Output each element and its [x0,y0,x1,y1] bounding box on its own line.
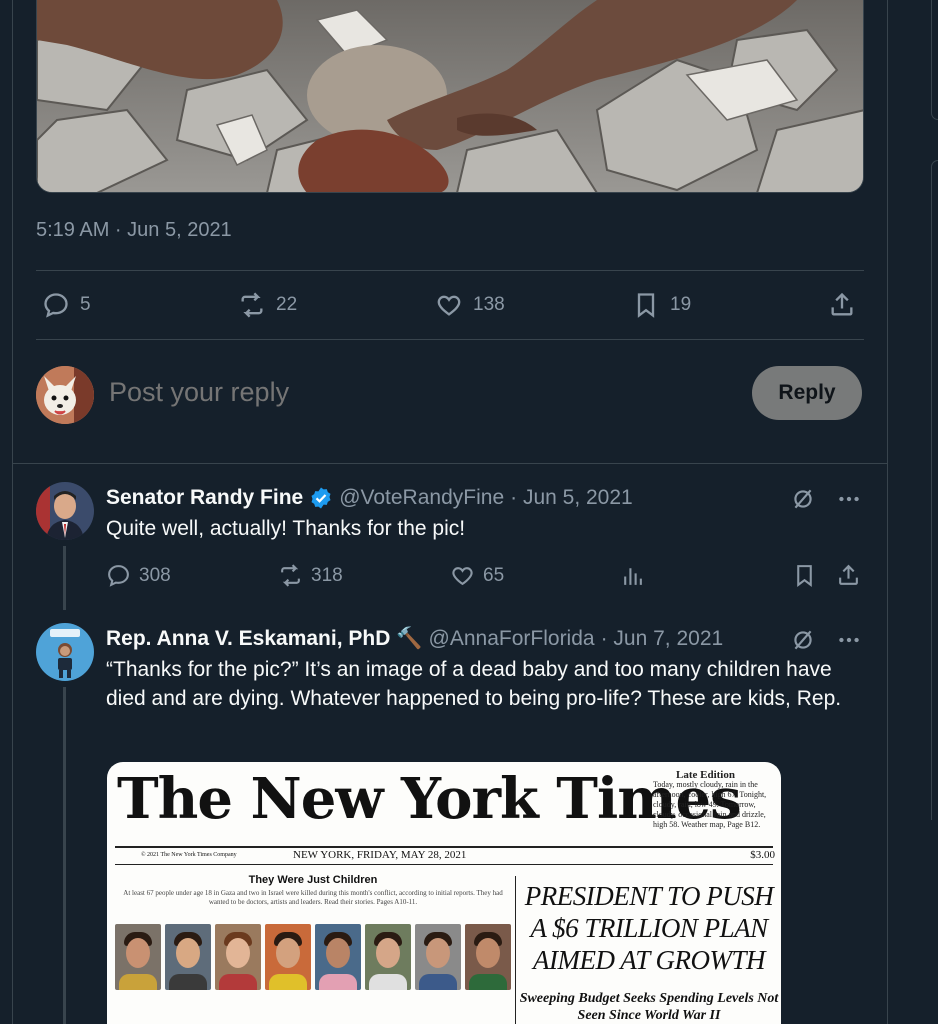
more-options-icon[interactable] [836,627,862,653]
verified-badge-icon [311,487,331,509]
divider [36,270,864,271]
child-photo [315,924,361,990]
child-photo [165,924,211,990]
reply-count: 308 [139,564,171,586]
like-count: 65 [483,564,505,586]
tweet-header: Rep. Anna V. Eskamani, PhD 🔨 @AnnaForFlo… [106,627,723,651]
reply-button[interactable]: Reply [752,366,862,420]
tweet-media-image[interactable] [36,0,864,193]
repost-icon [281,564,300,587]
bookmark-action[interactable] [792,563,817,588]
divider [12,463,888,464]
views-action[interactable] [620,563,645,588]
analytics-icon [624,568,642,585]
like-action[interactable]: 65 [450,563,504,588]
chihuahua-avatar-image [36,366,94,424]
heart-icon [452,567,473,586]
child-photo [115,924,161,990]
feature-subtitle: At least 67 people under age 18 in Gaza … [123,889,503,906]
reply-input[interactable] [109,377,609,408]
rule [115,846,773,848]
feature-section: They Were Just Children At least 67 peop… [115,874,511,1024]
author-name[interactable]: Rep. Anna V. Eskamani, PhD [106,627,390,651]
lead-subhead: Sweeping Budget Seeks Spending Levels No… [519,991,779,1023]
copyright: © 2021 The New York Times Company [141,852,237,858]
repost-count: 22 [276,294,298,315]
share-icon [831,292,853,316]
thread-line [63,687,66,1024]
bookmark-icon [637,293,655,318]
tweet-actions: 308 318 65 [106,563,864,593]
like-count: 138 [473,294,505,315]
like-stat[interactable]: 138 [435,288,505,322]
sidebar-card-edge [931,0,938,120]
child-photo [415,924,461,990]
reply-action[interactable]: 308 [106,563,171,588]
author-name[interactable]: Senator Randy Fine [106,486,303,510]
senator-avatar-image [36,482,94,540]
repost-stat[interactable]: 22 [238,288,297,322]
edition-title: Late Edition [676,769,735,781]
weather-box: Late Edition Today, mostly cloudy, rain … [653,770,778,830]
column-rule [515,876,516,1024]
thread-line [63,546,66,610]
newspaper-image[interactable]: The New York Times Late Edition Today, m… [107,762,781,1024]
share-icon [839,564,858,585]
tweet-timestamp[interactable]: 5:19 AM · Jun 5, 2021 [36,219,232,242]
divider [36,339,864,340]
share-action[interactable] [836,563,861,588]
tweet-header: Senator Randy Fine @VoteRandyFine · Jun … [106,486,633,510]
hammer-emoji: 🔨 [396,627,423,650]
author-handle[interactable]: @AnnaForFlorida [429,627,595,651]
share-button[interactable] [828,288,856,322]
repost-count: 318 [311,564,343,586]
feature-title: They Were Just Children [248,874,378,886]
bookmark-stat[interactable]: 19 [632,288,691,322]
dateline: NEW YORK, FRIDAY, MAY 28, 2021 [293,849,467,861]
rule [115,864,773,865]
rubble-photo [37,0,863,192]
eskamani-avatar-image [36,623,94,681]
reply-composer: Reply [36,364,864,426]
price: $3.00 [750,849,775,861]
children-photo-grid [115,924,511,990]
child-photo [465,924,511,990]
child-photo [265,924,311,990]
tweet-text: “Thanks for the pic?” It’s an image of a… [106,658,842,710]
child-photo [215,924,261,990]
avatar[interactable] [36,366,94,424]
repost-action[interactable]: 318 [278,563,343,588]
bookmark-icon [797,565,812,587]
tweet-date[interactable]: · Jun 5, 2021 [510,486,633,510]
avatar[interactable] [36,482,94,540]
lead-headline: PRESIDENT TO PUSH A $6 TRILLION PLAN AIM… [524,881,774,975]
tweet-header-actions [790,627,862,653]
tweet-date[interactable]: · Jun 7, 2021 [601,627,724,651]
grok-icon[interactable] [790,627,816,653]
heart-icon [437,295,461,316]
edition-text: Today, mostly cloudy, rain in the aftern… [653,780,767,829]
author-handle[interactable]: @VoteRandyFine [339,486,504,510]
bookmark-count: 19 [670,294,692,315]
reply-icon [44,293,68,318]
reply-tweet[interactable]: Senator Randy Fine @VoteRandyFine · Jun … [36,482,864,610]
reply-count: 5 [80,294,91,315]
sidebar-card-edge-2 [931,160,938,820]
reply-icon [108,565,129,587]
avatar[interactable] [36,623,94,681]
more-options-icon[interactable] [836,486,862,512]
grok-icon[interactable] [790,486,816,512]
reply-stat[interactable]: 5 [42,288,91,322]
tweet-header-actions [790,486,862,512]
child-photo [365,924,411,990]
repost-icon [241,292,263,318]
tweet-text: Quite well, actually! Thanks for the pic… [106,517,466,540]
